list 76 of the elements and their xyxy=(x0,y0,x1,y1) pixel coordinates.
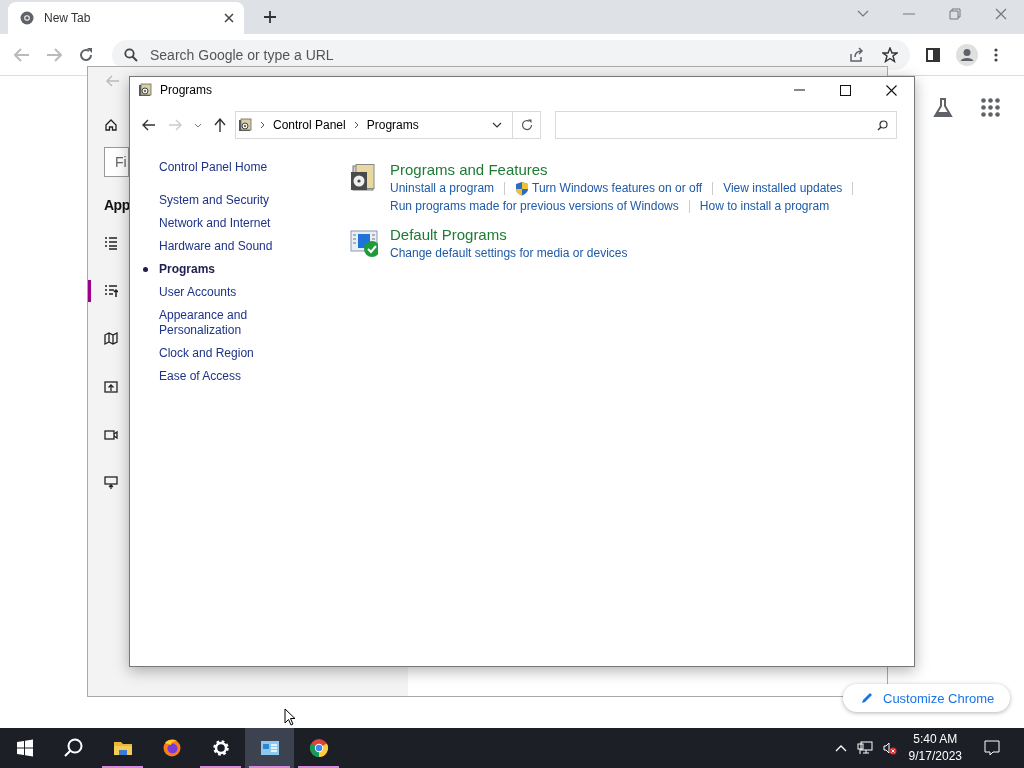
sidebar-item[interactable]: Ease of Access xyxy=(159,369,284,384)
section-title-link[interactable]: Programs and Features xyxy=(390,160,864,179)
maximize-icon[interactable] xyxy=(840,84,851,96)
sidebar-item[interactable]: Hardware and Sound xyxy=(159,239,284,254)
reload-icon[interactable] xyxy=(78,46,94,63)
presentation-icon[interactable] xyxy=(104,476,118,490)
network-icon[interactable] xyxy=(856,741,873,755)
pencil-icon xyxy=(861,692,873,704)
profile-icon[interactable] xyxy=(956,43,978,66)
back-icon[interactable] xyxy=(142,119,156,131)
star-icon[interactable] xyxy=(882,46,898,63)
sidebar-item[interactable]: Clock and Region xyxy=(159,346,284,361)
sidebar-item[interactable]: System and Security xyxy=(159,193,284,208)
address-bar[interactable]: Search Google or type a URL xyxy=(112,39,910,70)
software-box-icon[interactable] xyxy=(350,164,378,192)
notification-icon[interactable] xyxy=(984,740,1000,756)
search-icon[interactable] xyxy=(63,738,84,758)
sorted-list-icon[interactable] xyxy=(104,284,118,298)
chevron-right-icon xyxy=(353,121,359,129)
search-field[interactable] xyxy=(555,111,897,139)
chevron-right-icon xyxy=(260,121,265,129)
up-icon[interactable] xyxy=(214,118,226,132)
breadcrumb-item[interactable]: Programs xyxy=(366,118,419,132)
task-link[interactable]: Change default settings for media or devices xyxy=(390,246,628,260)
default-programs-icon[interactable] xyxy=(350,229,378,257)
sidebar-item[interactable]: Appearance and Personalization xyxy=(159,308,284,338)
side-panel-icon[interactable] xyxy=(926,47,940,62)
search-field[interactable]: Fi xyxy=(104,147,129,177)
control-panel-icon xyxy=(238,118,252,132)
task-link[interactable]: Turn Windows features on or off xyxy=(515,180,703,196)
control-panel-icon xyxy=(138,83,152,97)
home-icon[interactable] xyxy=(104,118,118,132)
section-title-link[interactable]: Default Programs xyxy=(390,225,628,244)
mouse-pointer-icon xyxy=(284,708,296,726)
task-link[interactable]: How to install a program xyxy=(699,199,830,213)
chevron-up-icon[interactable] xyxy=(834,744,847,752)
refresh-icon xyxy=(520,119,533,131)
task-link[interactable]: Run programs made for previous versions of Windows xyxy=(390,199,679,213)
share-icon[interactable] xyxy=(848,46,864,63)
customize-chrome-button[interactable]: Customize Chrome xyxy=(843,684,1011,712)
section-heading: App xyxy=(104,197,130,213)
clock[interactable]: 5:40 AM 9/17/2023 xyxy=(908,731,962,765)
apps-grid-icon[interactable] xyxy=(981,98,1000,117)
search-icon xyxy=(124,47,138,62)
sidebar-item[interactable]: Programs xyxy=(159,262,284,277)
chrome-icon xyxy=(20,11,34,25)
breadcrumb-item[interactable]: Control Panel xyxy=(273,118,346,132)
sidebar-item[interactable]: User Accounts xyxy=(159,285,284,300)
window-title: Programs xyxy=(160,83,212,97)
sidebar-item[interactable]: Network and Internet xyxy=(159,216,284,231)
close-icon[interactable] xyxy=(224,13,234,23)
taskbar-button[interactable] xyxy=(245,728,294,768)
flask-icon[interactable] xyxy=(933,98,953,118)
shield-icon xyxy=(515,180,530,196)
chrome-icon[interactable] xyxy=(308,738,329,758)
settings-icon[interactable] xyxy=(210,738,231,758)
map-icon[interactable] xyxy=(104,332,118,346)
address-bar[interactable]: Control Panel Programs xyxy=(235,111,513,139)
new-tab-icon[interactable] xyxy=(263,10,277,24)
chevron-down-icon[interactable] xyxy=(492,122,502,128)
close-icon[interactable] xyxy=(886,84,897,96)
video-icon[interactable] xyxy=(104,428,118,442)
browser-tab[interactable]: New Tab xyxy=(8,2,244,34)
list-icon[interactable] xyxy=(104,236,118,250)
windows-logo-icon[interactable] xyxy=(14,738,35,758)
upload-icon[interactable] xyxy=(104,380,118,394)
control-panel-icon xyxy=(259,738,280,758)
bullet-icon xyxy=(143,267,148,272)
speaker-muted-icon[interactable] xyxy=(882,741,897,755)
firefox-icon[interactable] xyxy=(161,738,182,758)
sidebar-link[interactable]: Control Panel Home xyxy=(159,160,322,175)
search-icon xyxy=(877,119,888,131)
task-link[interactable]: View installed updates xyxy=(723,181,843,195)
task-link[interactable]: Uninstall a program xyxy=(390,181,495,195)
more-icon[interactable] xyxy=(994,47,998,62)
refresh-button[interactable] xyxy=(513,111,541,139)
